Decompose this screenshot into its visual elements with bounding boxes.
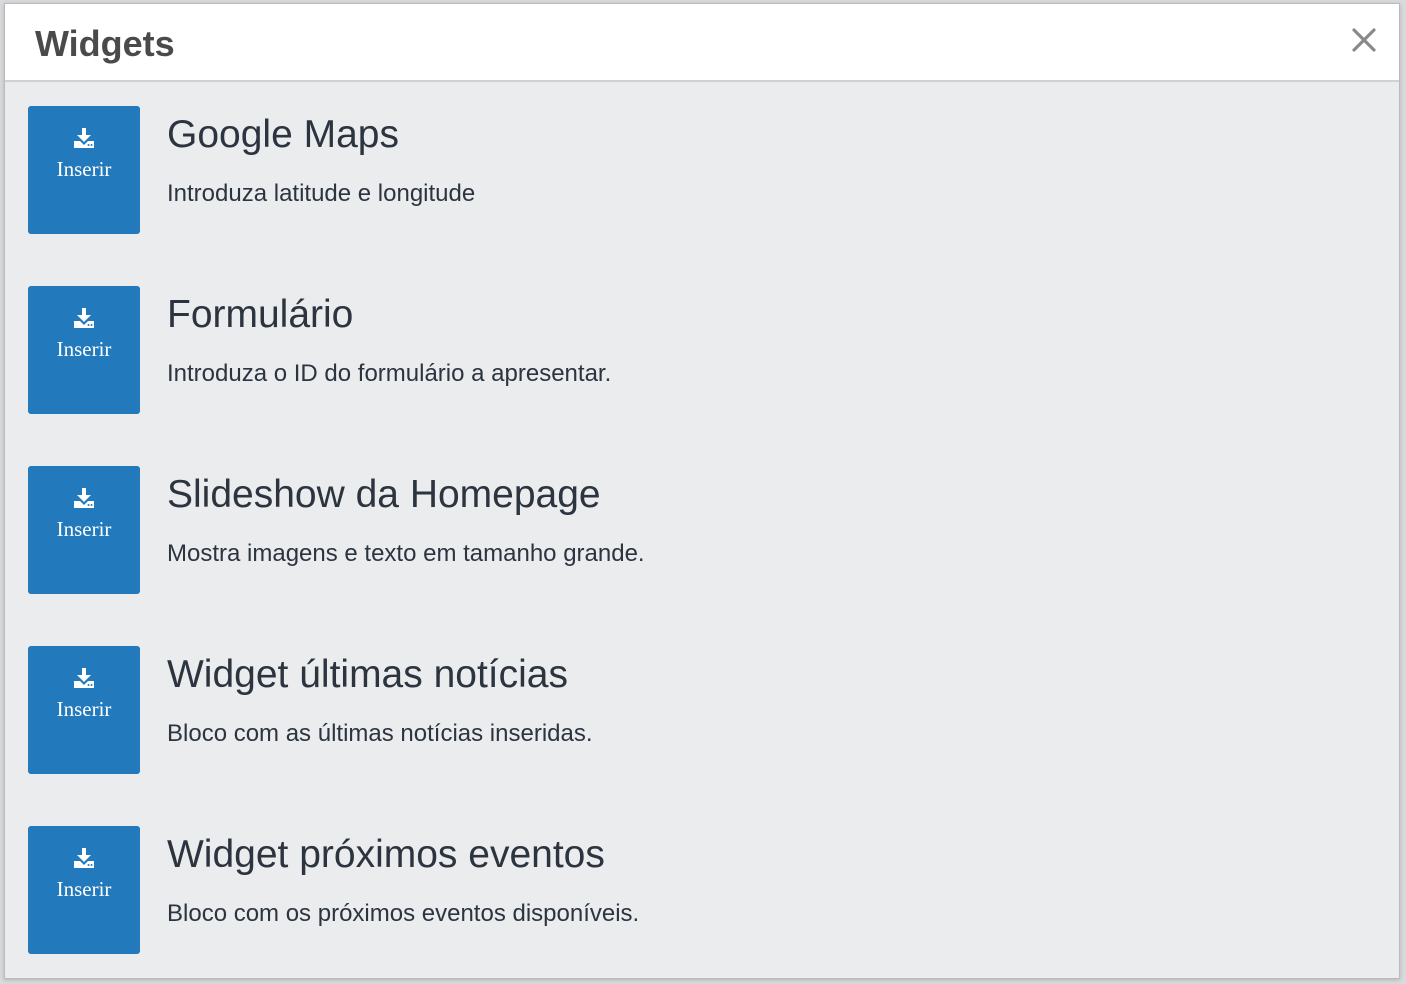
download-icon bbox=[74, 848, 94, 868]
insert-button[interactable]: Inserir bbox=[28, 826, 140, 954]
widget-title: Slideshow da Homepage bbox=[167, 473, 601, 516]
insert-button-label: Inserir bbox=[56, 517, 112, 541]
insert-button[interactable]: Inserir bbox=[28, 286, 140, 414]
insert-button[interactable]: Inserir bbox=[28, 106, 140, 234]
download-icon bbox=[74, 668, 94, 688]
download-icon bbox=[74, 308, 94, 328]
insert-button[interactable]: Inserir bbox=[28, 646, 140, 774]
widget-item-google-maps: Inserir Google Maps Introduza latitude e… bbox=[28, 106, 1368, 234]
widget-title: Google Maps bbox=[167, 113, 399, 156]
widget-title: Widget próximos eventos bbox=[167, 833, 605, 876]
modal-title: Widgets bbox=[35, 23, 175, 64]
widget-title: Formulário bbox=[167, 293, 354, 336]
widget-description: Mostra imagens e texto em tamanho grande… bbox=[167, 540, 645, 567]
download-icon bbox=[74, 128, 94, 148]
insert-button-label: Inserir bbox=[56, 337, 112, 361]
insert-button-label: Inserir bbox=[56, 697, 112, 721]
insert-button-label: Inserir bbox=[56, 157, 112, 181]
close-icon bbox=[1352, 28, 1376, 52]
widget-item-formulario: Inserir Formulário Introduza o ID do for… bbox=[28, 286, 1368, 414]
insert-button[interactable]: Inserir bbox=[28, 466, 140, 594]
insert-button-label: Inserir bbox=[56, 877, 112, 901]
widget-item-ultimas-noticias: Inserir Widget últimas notícias Bloco co… bbox=[28, 646, 1368, 774]
widget-title: Widget últimas notícias bbox=[167, 653, 568, 696]
widget-description: Bloco com os próximos eventos disponívei… bbox=[167, 900, 640, 927]
widget-item-proximos-eventos: Inserir Widget próximos eventos Bloco co… bbox=[28, 826, 1368, 954]
widget-description: Introduza latitude e longitude bbox=[167, 180, 476, 207]
close-button[interactable] bbox=[1349, 25, 1379, 55]
widgets-modal: Widgets Inserir Google Maps Introduza la… bbox=[4, 3, 1400, 979]
widget-item-slideshow: Inserir Slideshow da Homepage Mostra ima… bbox=[28, 466, 1368, 594]
download-icon bbox=[74, 488, 94, 508]
widget-description: Bloco com as últimas notícias inseridas. bbox=[167, 720, 593, 747]
widget-description: Introduza o ID do formulário a apresenta… bbox=[167, 360, 612, 387]
modal-header: Widgets bbox=[5, 4, 1399, 82]
